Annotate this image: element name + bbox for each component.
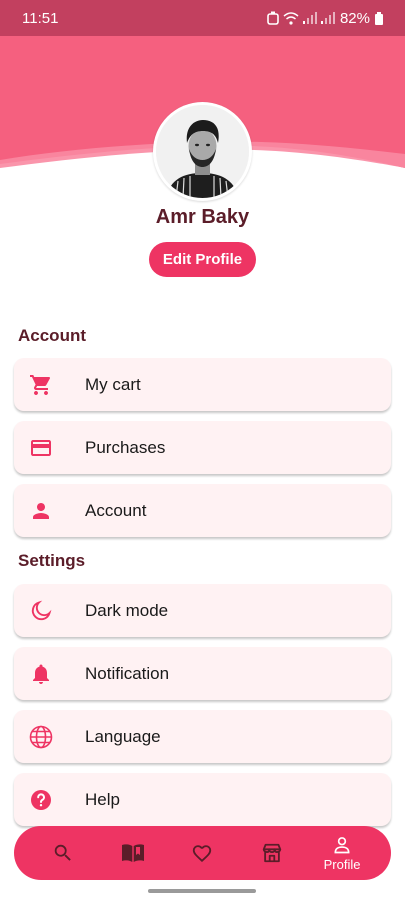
nav-item-library[interactable] <box>103 826 163 880</box>
gesture-bar[interactable] <box>148 889 256 893</box>
menu-item-help[interactable]: Help <box>14 773 391 826</box>
menu-label-purchases: Purchases <box>85 437 166 457</box>
avatar-photo <box>156 105 249 198</box>
edit-profile-button[interactable]: Edit Profile <box>149 242 256 277</box>
signal-icon-2 <box>320 12 335 24</box>
profile-icon <box>334 836 350 853</box>
signal-icon <box>302 12 317 24</box>
menu-item-purchases[interactable]: Purchases <box>14 421 391 474</box>
menu-item-dark-mode[interactable]: Dark mode <box>14 584 391 637</box>
status-icons <box>267 11 335 25</box>
cart-icon <box>28 372 54 398</box>
globe-icon <box>28 724 54 750</box>
bottom-nav: Profile <box>14 826 391 880</box>
menu-label-my-cart: My cart <box>85 374 141 394</box>
help-icon <box>28 787 54 813</box>
nav-item-profile[interactable]: Profile <box>312 826 372 880</box>
moon-icon <box>28 598 54 624</box>
status-right: 82% <box>267 10 383 27</box>
menu-item-notification[interactable]: Notification <box>14 647 391 700</box>
menu-item-account[interactable]: Account <box>14 484 391 537</box>
status-time: 11:51 <box>22 9 59 27</box>
nav-item-search[interactable] <box>33 826 93 880</box>
alarm-icon <box>267 11 279 25</box>
menu-label-notification: Notification <box>85 663 170 683</box>
menu-label-help: Help <box>85 789 120 809</box>
menu-label-account: Account <box>85 500 147 520</box>
heart-icon <box>193 845 212 863</box>
menu-label-dark-mode: Dark mode <box>85 600 169 620</box>
nav-item-store[interactable] <box>242 826 302 880</box>
menu-item-my-cart[interactable]: My cart <box>14 358 391 411</box>
nav-label-profile: Profile <box>323 856 361 872</box>
menu-label-language: Language <box>85 726 161 746</box>
credit-card-icon <box>28 435 54 461</box>
profile-name: Amr Baky <box>155 206 250 228</box>
bell-icon <box>28 661 54 687</box>
avatar[interactable] <box>153 102 252 201</box>
book-icon <box>121 844 144 862</box>
menu-item-language[interactable]: Language <box>14 710 391 763</box>
battery-percent: 82% <box>339 9 370 27</box>
battery-icon <box>375 11 383 25</box>
search-icon <box>54 844 71 861</box>
status-bar: 11:51 82% <box>0 0 405 36</box>
section-title-account: Account <box>18 326 86 345</box>
wifi-icon <box>283 11 299 25</box>
person-icon <box>28 498 54 524</box>
store-icon <box>263 843 282 863</box>
section-title-settings: Settings <box>18 551 86 570</box>
nav-item-favorites[interactable] <box>172 826 232 880</box>
